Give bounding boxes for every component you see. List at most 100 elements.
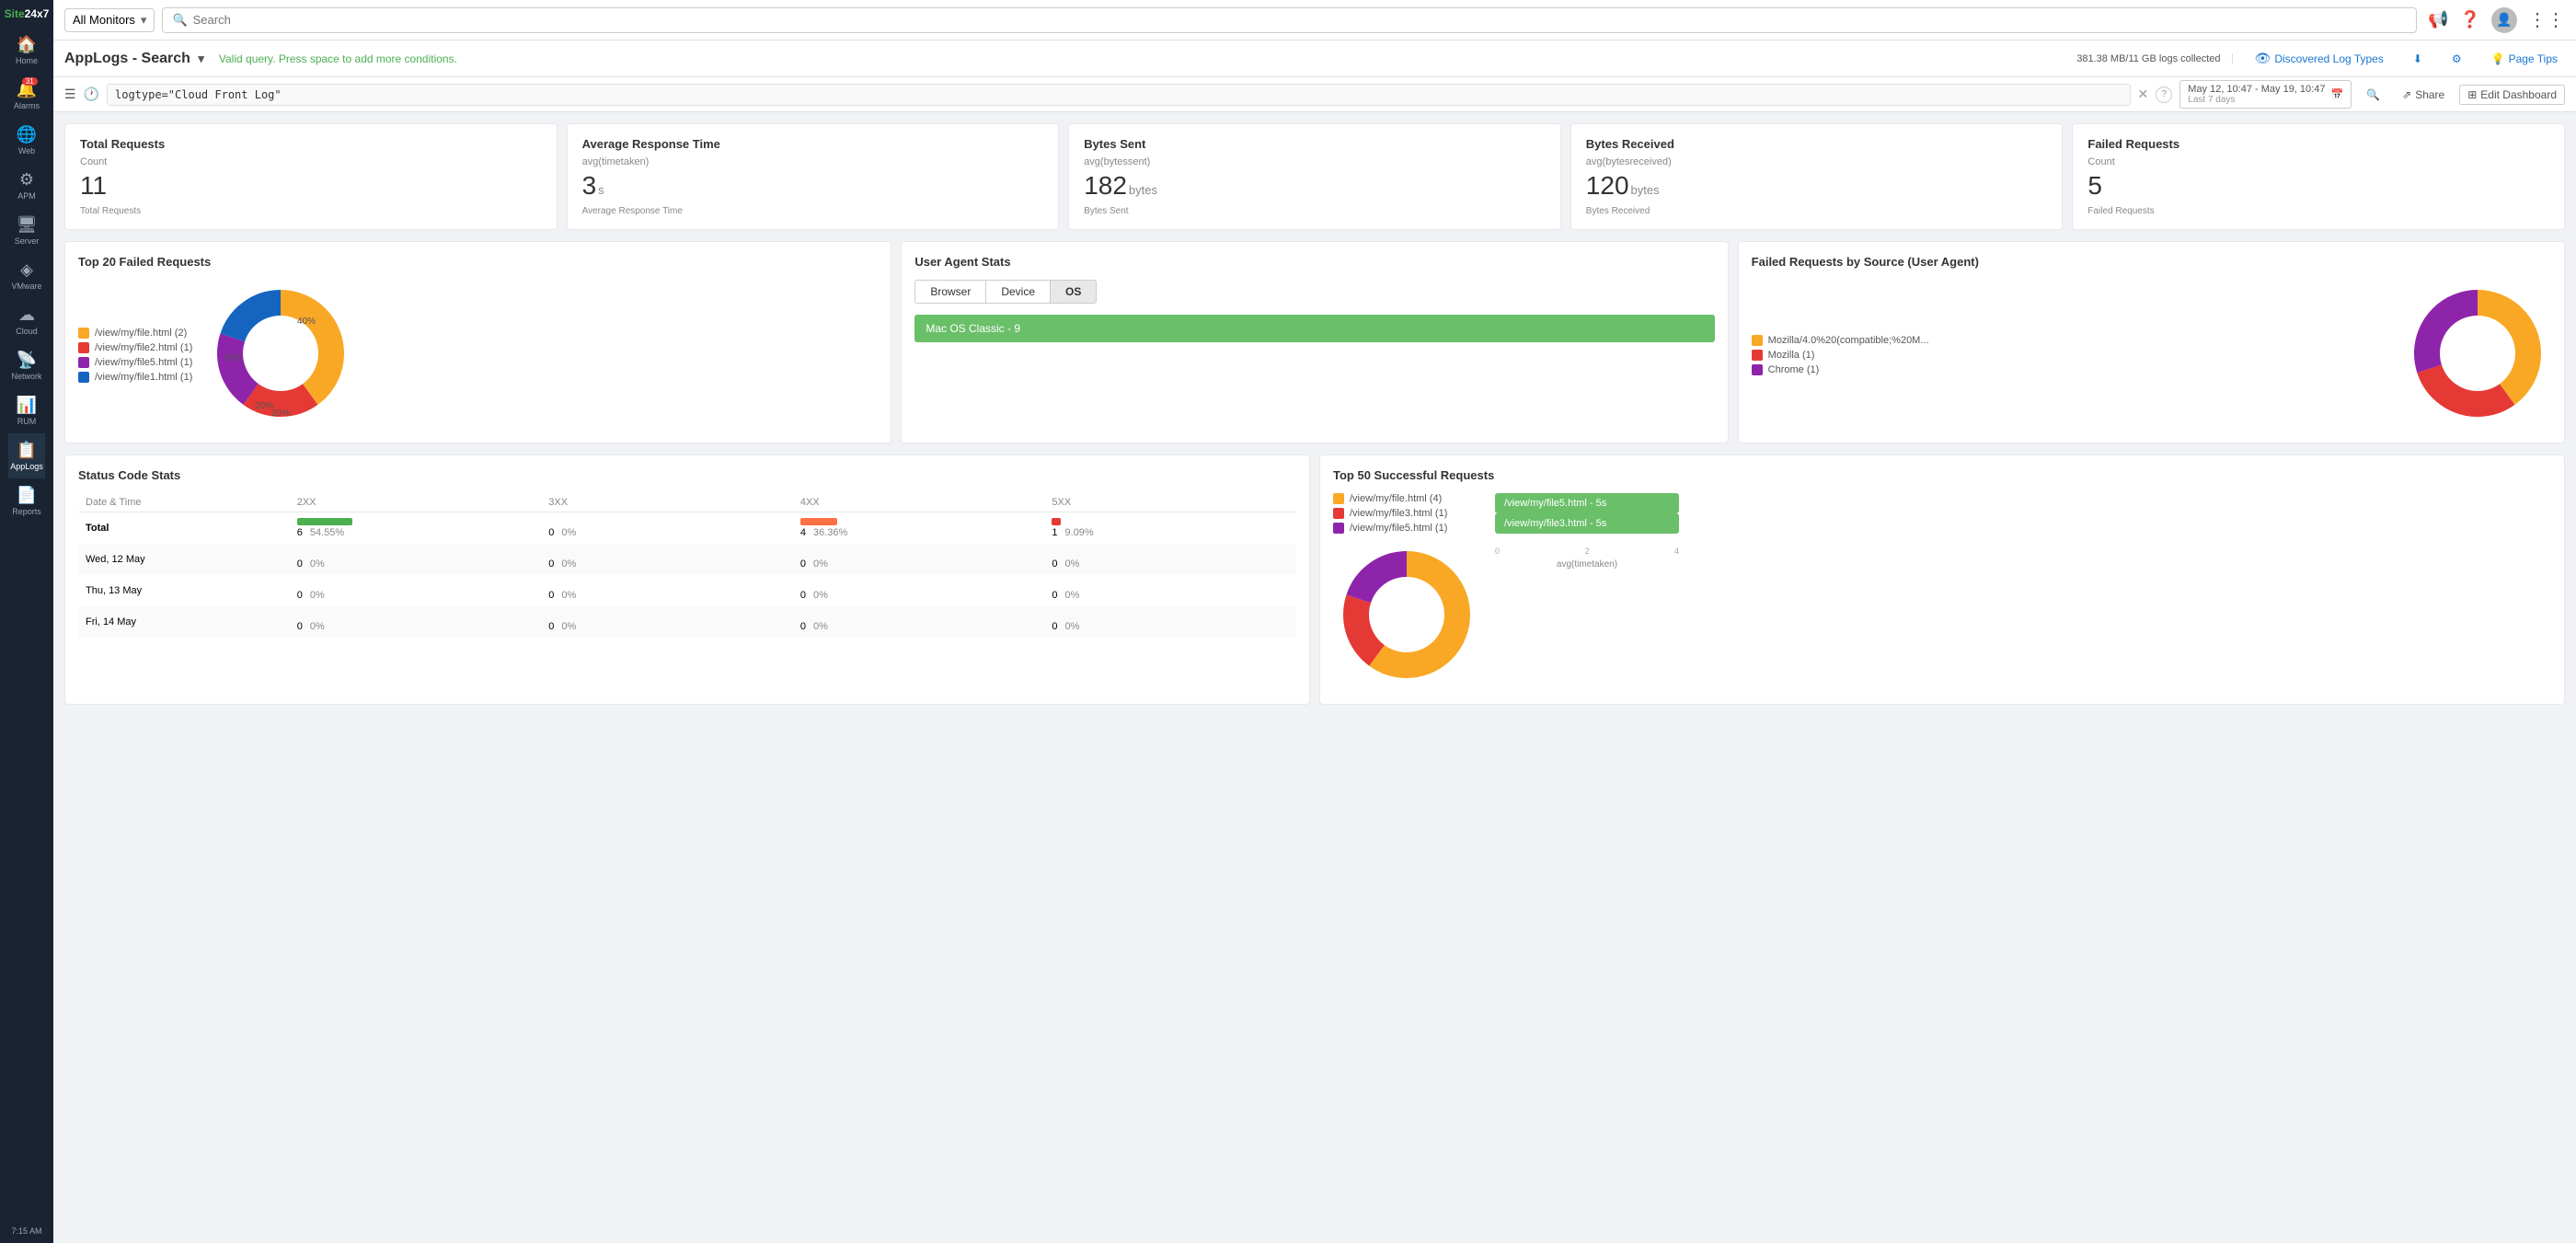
discovered-log-types-label: Discovered Log Types [2274, 52, 2384, 65]
sidebar-item-rum[interactable]: 📊 RUM [8, 388, 45, 433]
applogs-label: AppLogs [10, 462, 43, 471]
status-col-3xx: 3XX [541, 493, 793, 512]
card-metric-3: avg(bytesreceived) [1586, 156, 2048, 167]
failed-legend-item-2: /view/my/file5.html (1) [78, 357, 192, 368]
count-3-3: 0 [1052, 621, 1057, 632]
pct-2-1: 0% [561, 590, 576, 601]
summary-row: Total Requests Count 11 Total Requests A… [64, 123, 2565, 230]
browser-tab[interactable]: Browser [914, 280, 986, 304]
pct-1-1: 0% [561, 558, 576, 570]
search-btn[interactable]: 🔍 [2359, 85, 2387, 105]
failed-legend-item-1: /view/my/file2.html (1) [78, 342, 192, 353]
avatar[interactable]: 👤 [2491, 7, 2517, 33]
sidebar-item-cloud[interactable]: ☁ Cloud [8, 298, 45, 343]
count-0-3: 1 [1052, 527, 1057, 538]
web-icon: 🌐 [17, 125, 37, 144]
sidebar-item-vmware[interactable]: ◈ VMware [8, 253, 45, 298]
top50-legend-item-2: /view/my/file5.html (1) [1333, 523, 1480, 534]
valid-query-text: Valid query. Press space to add more con… [219, 52, 457, 65]
count-0-1: 0 [548, 527, 554, 538]
card-value-1: 3s [582, 171, 1044, 201]
pct-3-1: 0% [561, 621, 576, 632]
user-agent-panel: User Agent Stats Browser Device OS Mac O… [901, 241, 1728, 443]
page-tips-btn[interactable]: 💡 Page Tips [2484, 52, 2565, 65]
pct-0-0: 54.55% [310, 527, 344, 538]
cloud-icon: ☁ [18, 305, 35, 325]
card-footer-3: Bytes Received [1586, 206, 2048, 216]
card-title-4: Failed Requests [2087, 137, 2549, 151]
search-input[interactable] [193, 13, 2408, 27]
sidebar-item-apm[interactable]: ⚙ APM [8, 163, 45, 208]
sidebar-item-applogs[interactable]: 📋 AppLogs [8, 433, 45, 478]
card-value-3: 120bytes [1586, 171, 2048, 201]
discovered-log-types-btn[interactable]: 👁 Discovered Log Types [2248, 51, 2391, 66]
clock-icon[interactable]: 🕐 [84, 86, 99, 102]
sidebar-item-home[interactable]: 🏠 Home [8, 28, 45, 73]
notification-icon[interactable]: 📢 [2428, 10, 2448, 29]
query-help-icon[interactable]: ? [2156, 86, 2172, 103]
status-cell-0-2: 4 36.36% [793, 512, 1045, 545]
count-1-3: 0 [1052, 558, 1057, 570]
status-code-panel: Status Code Stats Date & Time2XX3XX4XX5X… [64, 455, 1310, 705]
page-title[interactable]: AppLogs - Search ▾ [64, 51, 204, 67]
sidebar-item-network[interactable]: 📡 Network [8, 343, 45, 388]
pct-1-3: 0% [1065, 558, 1080, 570]
failed-source-donut [2404, 280, 2551, 430]
top50-legend-dot-1 [1333, 508, 1344, 519]
card-unit-3: bytes [1631, 183, 1660, 197]
app-grid-icon[interactable]: ⋮⋮ [2528, 8, 2565, 31]
card-value-0: 11 [80, 171, 542, 201]
failed-source-legend-item-1: Mozilla (1) [1752, 350, 1929, 361]
top50-bar-item-1: /view/my/file3.html - 5s [1495, 513, 1679, 534]
pct-3-0: 0% [310, 621, 325, 632]
summary-card-4: Failed Requests Count 5 Failed Requests [2072, 123, 2565, 230]
page-title-arrow[interactable]: ▾ [198, 52, 204, 65]
sidebar-item-server[interactable]: 🖥 Server [8, 208, 45, 253]
pct-1-2: 0% [813, 558, 828, 570]
vmware-icon: ◈ [20, 260, 33, 280]
device-tab[interactable]: Device [986, 280, 1051, 304]
sidebar-item-reports[interactable]: 📄 Reports [8, 478, 45, 524]
failed-legend-dot-0 [78, 328, 89, 339]
status-col-5xx: 5XX [1044, 493, 1296, 512]
sidebar-item-alarms[interactable]: 🔔 Alarms 31 [8, 73, 45, 118]
top50-bars: /view/my/file5.html - 5s/view/my/file3.h… [1495, 493, 1679, 570]
sidebar-item-web[interactable]: 🌐 Web [8, 118, 45, 163]
search-icon: 🔍 [172, 13, 187, 28]
os-tab[interactable]: OS [1051, 280, 1097, 304]
site-logo[interactable]: Site24x7 [0, 0, 53, 28]
card-metric-4: Count [2087, 156, 2549, 167]
reports-label: Reports [12, 507, 41, 516]
share-icon: ⇗ [2402, 88, 2411, 101]
monitor-selector[interactable]: All Monitors ▾ [64, 8, 155, 32]
settings-icon: ⚙ [2452, 52, 2462, 65]
query-input[interactable]: logtype="Cloud Front Log" [107, 84, 2131, 106]
count-3-2: 0 [800, 621, 806, 632]
server-icon: 🖥 [17, 215, 38, 235]
date-range-picker[interactable]: May 12, 10:47 - May 19, 10:47 Last 7 day… [2179, 80, 2352, 109]
alarms-badge: 31 [22, 77, 38, 86]
rum-label: RUM [17, 417, 37, 426]
monitor-arrow-icon: ▾ [141, 13, 147, 28]
count-0-0: 6 [297, 527, 303, 538]
share-btn[interactable]: ⇗ Share [2395, 85, 2452, 105]
edit-dashboard-btn[interactable]: ⊞ Edit Dashboard [2459, 85, 2565, 105]
download-btn[interactable]: ⬇ [2406, 52, 2430, 65]
card-value-4: 5 [2087, 171, 2549, 201]
global-search-box[interactable]: 🔍 [162, 7, 2417, 33]
top50-legend-dot-2 [1333, 523, 1344, 534]
settings-btn[interactable]: ⚙ [2444, 52, 2469, 65]
status-date-2: Thu, 13 May [78, 575, 290, 606]
monitor-label: All Monitors [73, 13, 135, 27]
failed-by-source-panel: Failed Requests by Source (User Agent) M… [1738, 241, 2565, 443]
sidebar: Site24x7 🏠 Home 🔔 Alarms 31 🌐 Web ⚙ APM … [0, 0, 53, 1243]
pct-0-3: 9.09% [1065, 527, 1094, 538]
card-unit-1: s [598, 183, 604, 197]
failed-content: /view/my/file.html (2)/view/my/file2.htm… [78, 280, 878, 430]
svg-text:20%: 20% [271, 409, 290, 419]
top50-legend: /view/my/file.html (4)/view/my/file3.htm… [1333, 493, 1480, 534]
failed-legend: /view/my/file.html (2)/view/my/file2.htm… [78, 328, 192, 383]
query-clear-icon[interactable]: ✕ [2138, 86, 2149, 102]
help-icon[interactable]: ❓ [2460, 10, 2480, 29]
list-icon[interactable]: ☰ [64, 86, 76, 102]
